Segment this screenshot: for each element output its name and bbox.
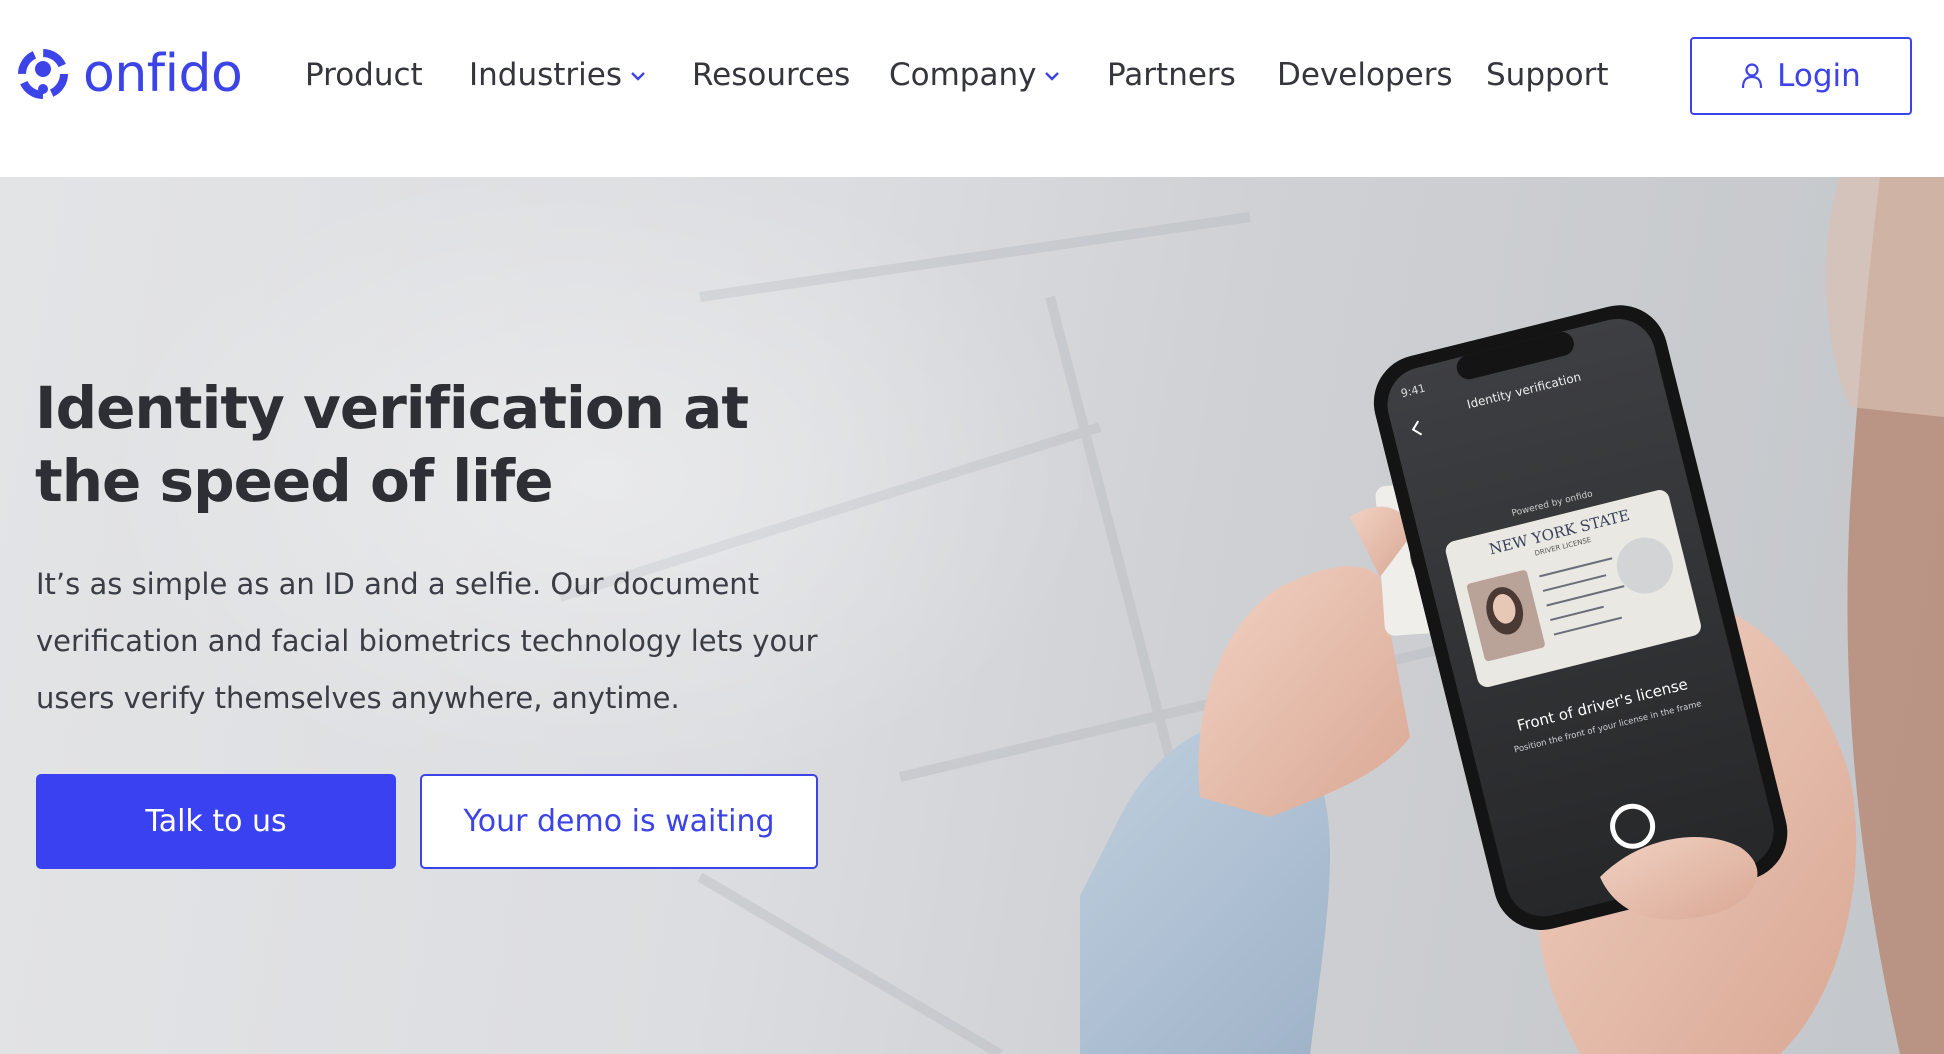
chevron-down-icon	[631, 71, 645, 81]
nav-label: Partners	[1107, 57, 1236, 93]
hero-section: Identity verification at the speed of li…	[0, 177, 1944, 1054]
nav-label: Product	[305, 57, 423, 93]
login-label: Login	[1777, 58, 1861, 94]
nav-label: Developers	[1277, 57, 1453, 93]
nav-support[interactable]: Support	[1486, 50, 1609, 100]
nav-label: Company	[889, 57, 1037, 93]
nav-company[interactable]: Company	[889, 50, 1060, 100]
nav-label: Industries	[469, 57, 623, 93]
nav-label: Support	[1486, 57, 1609, 93]
nav-partners[interactable]: Partners	[1107, 50, 1236, 100]
talk-to-us-button[interactable]: Talk to us	[36, 774, 396, 869]
demo-button[interactable]: Your demo is waiting	[420, 774, 818, 869]
nav-label: Resources	[692, 57, 851, 93]
onfido-logo-icon	[18, 49, 68, 99]
nav-industries[interactable]: Industries	[469, 50, 646, 100]
onfido-logo[interactable]: onfido	[15, 44, 243, 104]
hero-headline: Identity verification at the speed of li…	[35, 374, 749, 515]
nav-product[interactable]: Product	[305, 50, 423, 100]
nav-developers[interactable]: Developers	[1277, 50, 1453, 100]
hero-subtext: It’s as simple as an ID and a selfie. Ou…	[36, 567, 818, 715]
brand-name: onfido	[83, 44, 243, 104]
site-header: onfido Product Industries Resources Comp…	[0, 0, 1944, 177]
phone-illustration: 9:41 Identity verification Powered by on…	[1080, 177, 1944, 1054]
chevron-down-icon	[1045, 71, 1060, 81]
left-hand	[1198, 566, 1410, 817]
nav-resources[interactable]: Resources	[692, 50, 850, 100]
user-icon	[1742, 63, 1763, 89]
login-button[interactable]: Login	[1690, 37, 1912, 115]
